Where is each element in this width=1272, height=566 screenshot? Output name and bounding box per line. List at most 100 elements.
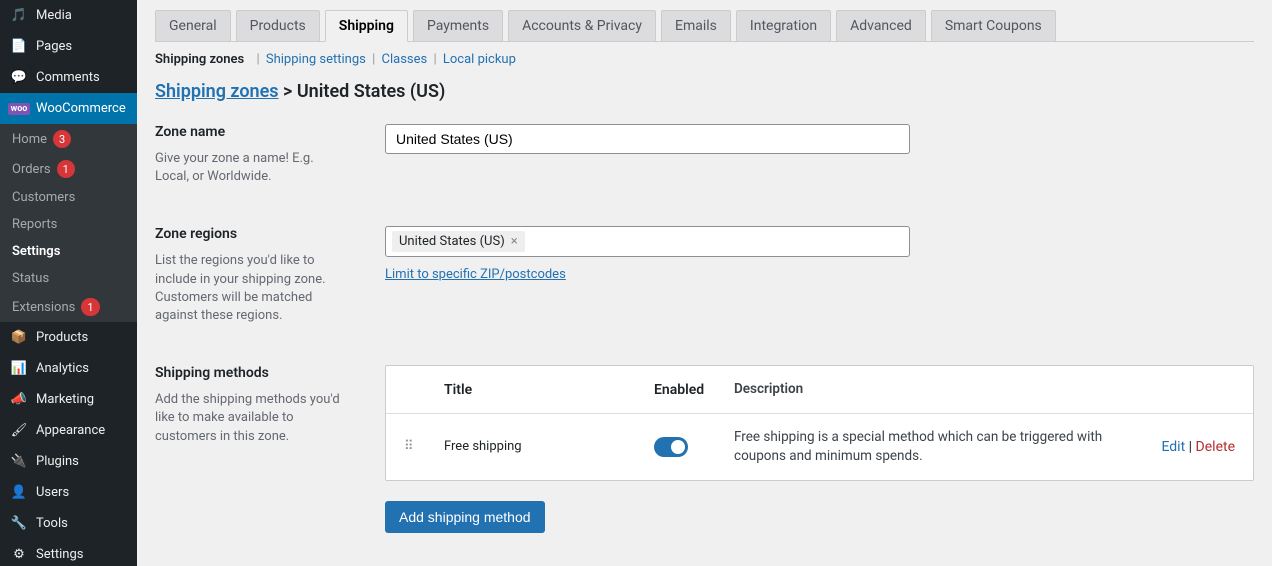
methods-desc: Add the shipping methods you'd like to m… xyxy=(155,391,345,446)
submenu-home[interactable]: Home 3 xyxy=(0,124,137,154)
edit-link[interactable]: Edit xyxy=(1161,439,1185,455)
delete-link[interactable]: Delete xyxy=(1196,439,1235,455)
subnav-shipping-settings[interactable]: Shipping settings xyxy=(266,52,366,67)
sidebar-item-plugins[interactable]: 🔌 Plugins xyxy=(0,446,137,477)
sidebar-item-appearance[interactable]: 🖌 Appearance xyxy=(0,415,137,446)
sidebar-label: WooCommerce xyxy=(36,101,126,116)
subnav-current: Shipping zones xyxy=(155,52,244,67)
submenu-label: Orders xyxy=(12,162,51,177)
table-header: Title Enabled Description xyxy=(386,366,1253,414)
sidebar-item-settings[interactable]: ⚙ Settings xyxy=(0,539,137,566)
comments-icon: 💬 xyxy=(10,70,28,85)
enabled-toggle[interactable] xyxy=(654,437,688,457)
breadcrumb-root[interactable]: Shipping zones xyxy=(155,81,279,102)
woocommerce-icon: woo xyxy=(10,103,28,115)
submenu-label: Customers xyxy=(12,190,75,205)
shipping-subnav: Shipping zones | Shipping settings | Cla… xyxy=(155,52,1254,67)
badge: 1 xyxy=(57,160,75,178)
method-description: Free shipping is a special method which … xyxy=(734,428,1130,466)
zone-name-input[interactable] xyxy=(385,124,910,154)
sidebar-label: Analytics xyxy=(36,361,89,376)
sidebar-item-analytics[interactable]: 📊 Analytics xyxy=(0,353,137,384)
sidebar-label: Marketing xyxy=(36,392,94,407)
sidebar-label: Plugins xyxy=(36,454,79,469)
sidebar-item-tools[interactable]: 🔧 Tools xyxy=(0,508,137,539)
sidebar-item-woocommerce[interactable]: woo WooCommerce xyxy=(0,93,137,124)
remove-tag-icon[interactable]: × xyxy=(511,234,518,249)
analytics-icon: 📊 xyxy=(10,361,28,376)
sidebar-label: Media xyxy=(36,8,72,23)
tab-payments[interactable]: Payments xyxy=(413,10,503,41)
methods-label: Shipping methods xyxy=(155,365,345,381)
main-content: General Products Shipping Payments Accou… xyxy=(137,0,1272,566)
settings-icon: ⚙ xyxy=(10,547,28,562)
sidebar-label: Pages xyxy=(36,39,72,54)
tab-integration[interactable]: Integration xyxy=(736,10,831,41)
badge: 3 xyxy=(53,130,71,148)
submenu-extensions[interactable]: Extensions 1 xyxy=(0,292,137,322)
sidebar-label: Comments xyxy=(36,70,100,85)
submenu-settings[interactable]: Settings xyxy=(0,238,137,265)
limit-postcodes-link[interactable]: Limit to specific ZIP/postcodes xyxy=(385,267,566,282)
col-enabled: Enabled xyxy=(654,382,734,398)
breadcrumb: Shipping zones > United States (US) xyxy=(155,81,1254,102)
method-title: Free shipping xyxy=(444,439,654,454)
sidebar-label: Settings xyxy=(36,547,83,562)
products-icon: 📦 xyxy=(10,330,28,345)
zone-name-label: Zone name xyxy=(155,124,345,140)
drag-handle-icon[interactable]: ⠿ xyxy=(404,439,416,454)
zone-name-row: Zone name Give your zone a name! E.g. Lo… xyxy=(155,124,1254,186)
settings-tabs: General Products Shipping Payments Accou… xyxy=(155,10,1254,42)
woocommerce-submenu: Home 3 Orders 1 Customers Reports Settings… xyxy=(0,124,137,322)
region-tag: United States (US) × xyxy=(392,231,525,252)
submenu-label: Settings xyxy=(12,244,60,259)
subnav-classes[interactable]: Classes xyxy=(382,52,428,67)
submenu-label: Extensions xyxy=(12,300,75,315)
tab-general[interactable]: General xyxy=(155,10,231,41)
sidebar-label: Tools xyxy=(36,516,68,531)
media-icon: 🎵 xyxy=(10,8,28,23)
zone-regions-row: Zone regions List the regions you'd like… xyxy=(155,226,1254,325)
shipping-methods-table: Title Enabled Description ⠿ Free shippin… xyxy=(385,365,1254,481)
admin-sidebar: 🎵 Media 📄 Pages 💬 Comments woo WooCommerce H… xyxy=(0,0,137,566)
tools-icon: 🔧 xyxy=(10,516,28,531)
table-row: ⠿ Free shipping Free shipping is a speci… xyxy=(386,414,1253,480)
tab-shipping[interactable]: Shipping xyxy=(325,10,408,42)
submenu-status[interactable]: Status xyxy=(0,265,137,292)
submenu-label: Home xyxy=(12,132,47,147)
marketing-icon: 📣 xyxy=(10,392,28,407)
tab-advanced[interactable]: Advanced xyxy=(836,10,926,41)
sidebar-item-comments[interactable]: 💬 Comments xyxy=(0,62,137,93)
tab-accounts[interactable]: Accounts & Privacy xyxy=(508,10,656,41)
submenu-label: Status xyxy=(12,271,49,286)
subnav-local-pickup[interactable]: Local pickup xyxy=(443,52,516,67)
tab-smart-coupons[interactable]: Smart Coupons xyxy=(931,10,1056,41)
appearance-icon: 🖌 xyxy=(10,423,28,438)
sidebar-item-users[interactable]: 👤Users xyxy=(0,477,137,508)
zone-regions-input[interactable]: United States (US) × xyxy=(385,226,910,257)
region-tag-label: United States (US) xyxy=(399,234,505,249)
sidebar-label: Appearance xyxy=(36,423,105,438)
pages-icon: 📄 xyxy=(10,39,28,54)
sidebar-item-media[interactable]: 🎵 Media xyxy=(0,0,137,31)
users-icon: 👤 xyxy=(10,485,28,500)
submenu-reports[interactable]: Reports xyxy=(0,211,137,238)
shipping-methods-row: Shipping methods Add the shipping method… xyxy=(155,365,1254,533)
col-title: Title xyxy=(444,382,654,398)
breadcrumb-current: United States (US) xyxy=(297,81,445,102)
sidebar-item-products[interactable]: 📦Products xyxy=(0,322,137,353)
submenu-orders[interactable]: Orders 1 xyxy=(0,154,137,184)
tab-emails[interactable]: Emails xyxy=(661,10,731,41)
submenu-label: Reports xyxy=(12,217,57,232)
plugins-icon: 🔌 xyxy=(10,454,28,469)
submenu-customers[interactable]: Customers xyxy=(0,184,137,211)
sidebar-item-pages[interactable]: 📄 Pages xyxy=(0,31,137,62)
zone-regions-label: Zone regions xyxy=(155,226,345,242)
zone-regions-desc: List the regions you'd like to include i… xyxy=(155,252,345,325)
add-shipping-method-button[interactable]: Add shipping method xyxy=(385,501,545,533)
tab-products[interactable]: Products xyxy=(236,10,320,41)
col-description: Description xyxy=(734,380,1130,399)
zone-name-desc: Give your zone a name! E.g. Local, or Wo… xyxy=(155,150,345,186)
badge: 1 xyxy=(81,298,99,316)
sidebar-item-marketing[interactable]: 📣 Marketing xyxy=(0,384,137,415)
